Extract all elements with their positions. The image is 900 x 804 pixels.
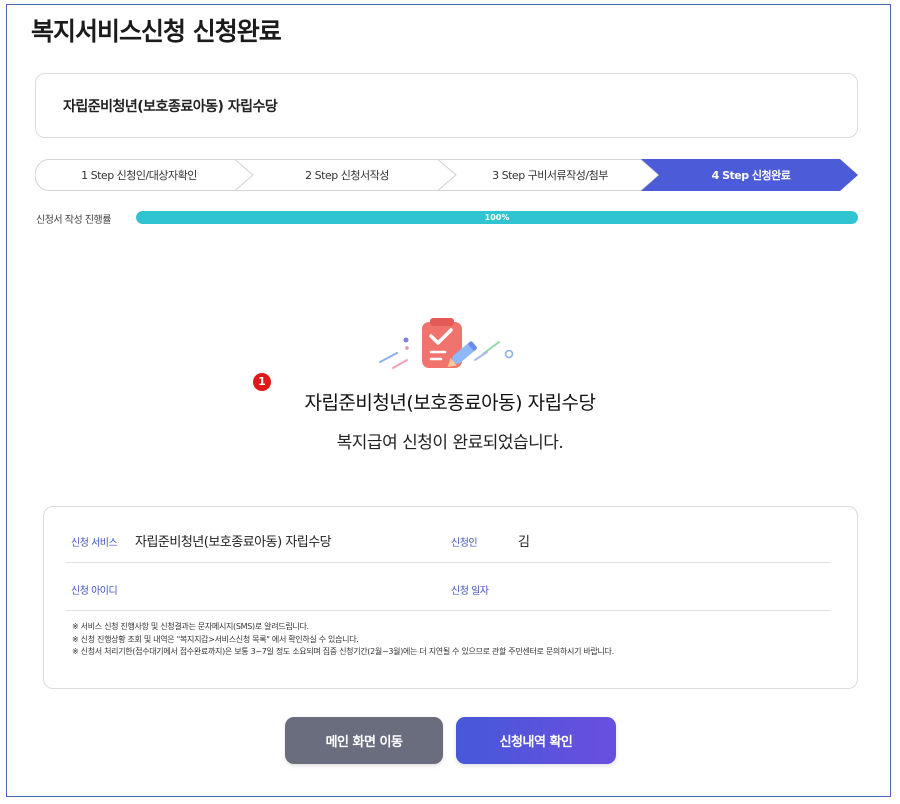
service-value: 자립준비청년(보호종료아동) 자립수당 xyxy=(135,535,332,550)
progress-bar: 100% xyxy=(136,211,858,224)
service-name: 자립준비청년(보호종료아동) 자립수당 xyxy=(63,99,278,115)
completion-message: 복지급여 신청이 완료되었습니다. xyxy=(336,433,564,453)
completed-service-name: 자립준비청년(보호종료아동) 자립수당 xyxy=(304,392,596,414)
notice-item: ※ 신청 진행상황 조회 및 내역은 "복지지갑>서비스신청 목록" 에서 확인… xyxy=(72,634,359,644)
progress-value: 100% xyxy=(484,213,510,222)
checklist-pen-icon xyxy=(375,318,525,378)
date-label: 신청 일자 xyxy=(451,586,489,597)
step-4-current: 4 Step 신청완료 xyxy=(711,169,791,182)
step-3: 3 Step 구비서류작성/첨부 xyxy=(492,169,608,182)
applicant-value: 김 xyxy=(518,535,530,550)
application-info-card: 신청 서비스 자립준비청년(보호종료아동) 자립수당 신청인 김 신청 아이디 … xyxy=(43,506,858,689)
applicant-label: 신청인 xyxy=(451,538,478,549)
go-main-button[interactable]: 메인 화면 이동 xyxy=(285,717,443,764)
step-2: 2 Step 신청서작성 xyxy=(305,169,389,182)
check-history-button[interactable]: 신청내역 확인 xyxy=(456,717,616,764)
service-summary-card: 자립준비청년(보호종료아동) 자립수당 xyxy=(35,73,858,138)
step-indicator: 1 Step 신청인/대상자확인 2 Step 신청서작성 3 Step 구비서… xyxy=(35,159,859,191)
info-row-id-date: 신청 아이디 신청 일자 xyxy=(66,563,831,611)
notice-list: ※ 서비스 신청 진행사항 및 신청결과는 문자메시지(SMS)로 알려드립니다… xyxy=(72,621,614,659)
service-label: 신청 서비스 xyxy=(71,538,118,549)
info-row-service: 신청 서비스 자립준비청년(보호종료아동) 자립수당 신청인 김 xyxy=(66,515,831,563)
page-title: 복지서비스신청 신청완료 xyxy=(31,17,282,46)
notice-item: ※ 서비스 신청 진행사항 및 신청결과는 문자메시지(SMS)로 알려드립니다… xyxy=(72,622,309,631)
id-label: 신청 아이디 xyxy=(71,586,118,597)
step-1: 1 Step 신청인/대상자확인 xyxy=(81,169,197,182)
progress-label: 신청서 작성 진행률 xyxy=(36,215,111,226)
notice-item: ※ 신청서 처리기한(접수대기에서 접수완료까지)은 보통 3~7일 정도 소요… xyxy=(72,647,614,656)
